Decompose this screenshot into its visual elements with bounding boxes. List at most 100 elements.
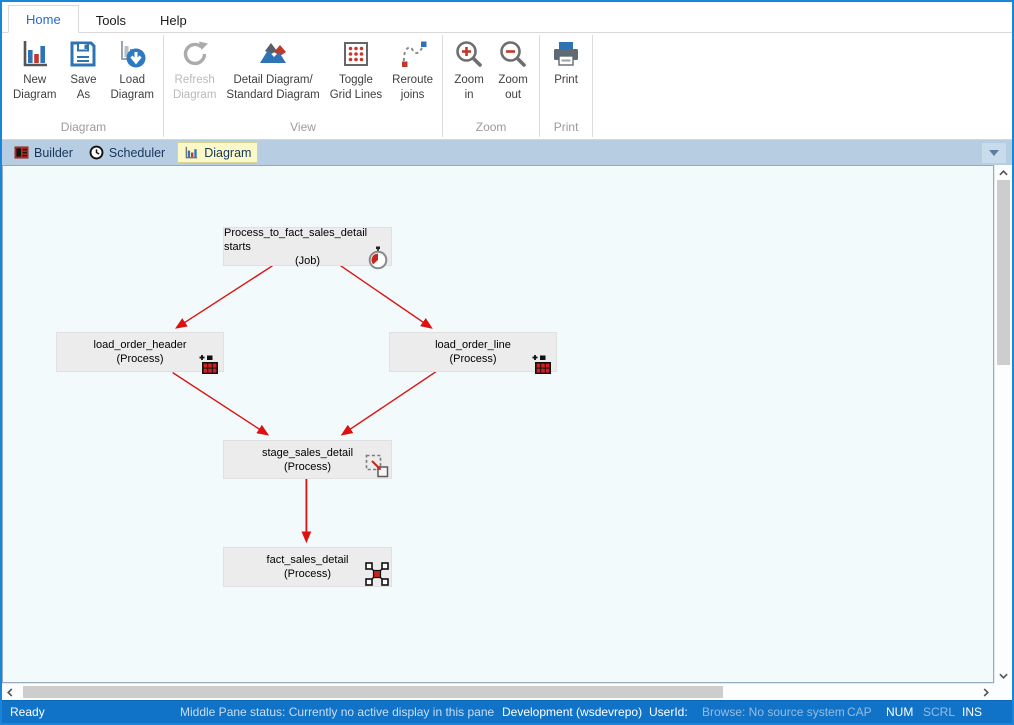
status-ins-indicator: INS — [962, 705, 983, 719]
load-diagram-icon — [121, 41, 146, 68]
document-tab-bar: Builder Scheduler Diagram — [2, 139, 1012, 165]
status-userid-label: UserId: — [649, 705, 688, 719]
node-type: (Job) — [294, 254, 321, 267]
node-type: (Process) — [116, 353, 164, 365]
diagram-node-load-order-header[interactable]: load_order_header (Process) — [56, 332, 224, 374]
new-diagram-button[interactable]: New Diagram — [8, 34, 61, 102]
status-num-indicator: NUM — [886, 705, 914, 719]
chevron-up-icon — [999, 169, 1008, 175]
stage-table-icon — [365, 454, 389, 478]
load-diagram-button[interactable]: Load Diagram — [105, 34, 158, 102]
ribbon-separator — [592, 35, 594, 137]
chevron-down-icon — [999, 673, 1008, 679]
floppy-disk-icon — [70, 41, 96, 67]
ribbon-group-print: Print Print — [541, 33, 591, 139]
refresh-icon — [183, 41, 208, 66]
load-table-icon — [199, 355, 218, 374]
chevron-left-icon — [7, 687, 13, 697]
load-table-icon — [532, 355, 551, 374]
group-label-print: Print — [553, 120, 579, 134]
diagram-node-job[interactable]: Process_to_fact_sales_detail starts (Job… — [223, 226, 392, 270]
horizontal-scrollbar-thumb[interactable] — [23, 686, 723, 698]
zoom-in-icon — [456, 41, 482, 67]
zoom-out-button[interactable]: Zoom out — [491, 34, 535, 102]
grid-dots-icon — [343, 42, 368, 66]
ribbon-tab-tools[interactable]: Tools — [79, 7, 143, 33]
detail-standard-diagram-button[interactable]: Detail Diagram/ Standard Diagram — [221, 34, 324, 102]
scroll-down-button[interactable] — [995, 668, 1012, 683]
scroll-up-button[interactable] — [995, 165, 1012, 180]
reroute-joins-button[interactable]: Reroute joins — [387, 34, 438, 102]
ribbon-tab-bar: Home Tools Help — [2, 2, 1012, 33]
scroll-left-button[interactable] — [2, 684, 18, 700]
vertical-scrollbar[interactable] — [994, 165, 1012, 683]
ribbon-separator — [162, 35, 164, 137]
status-browse: Browse: No source system — [702, 705, 845, 719]
group-label-view: View — [290, 120, 316, 134]
builder-icon — [14, 146, 29, 159]
tab-scheduler[interactable]: Scheduler — [85, 143, 169, 162]
app-window: Home Tools Help New Diagram Save As Load… — [0, 0, 1014, 725]
scheduler-clock-icon — [89, 145, 104, 160]
diagram-node-stage-sales-detail[interactable]: stage_sales_detail (Process) — [223, 440, 392, 479]
toggle-grid-lines-button[interactable]: Toggle Grid Lines — [325, 34, 387, 102]
ribbon-group-zoom: Zoom in Zoom out Zoom — [444, 33, 538, 139]
button-label: Save As — [70, 74, 97, 101]
bar-chart-icon — [23, 41, 47, 67]
vertical-scrollbar-thumb[interactable] — [997, 180, 1010, 365]
ribbon-group-diagram: New Diagram Save As Load Diagram Diagram — [5, 33, 162, 139]
button-label: Refresh Diagram — [172, 74, 217, 101]
node-name: fact_sales_detail — [266, 554, 349, 566]
group-label-zoom: Zoom — [475, 120, 507, 134]
zoom-out-icon — [500, 41, 526, 67]
tab-builder[interactable]: Builder — [10, 143, 77, 162]
print-button[interactable]: Print — [544, 34, 588, 88]
scrollbar-corner — [994, 683, 1012, 700]
group-label-diagram: Diagram — [60, 120, 107, 134]
node-type: (Process) — [283, 460, 332, 473]
status-repository: Development (wsdevrepo) — [502, 705, 643, 719]
ribbon-group-view: Refresh Diagram Detail Diagram/ Standard… — [165, 33, 441, 139]
diagram-bar-chart-icon — [185, 146, 198, 159]
button-label: Zoom in — [454, 74, 484, 101]
printer-icon — [554, 42, 579, 66]
diagram-node-fact-sales-detail[interactable]: fact_sales_detail (Process) — [223, 547, 392, 587]
status-scrl-indicator: SCRL — [923, 705, 956, 719]
scroll-right-button[interactable] — [978, 684, 994, 700]
ribbon-separator — [442, 35, 444, 137]
node-type: (Process) — [283, 568, 332, 580]
button-label: Load Diagram — [110, 74, 154, 101]
ribbon-toolbar: New Diagram Save As Load Diagram Diagram… — [2, 33, 1012, 139]
tab-label: Builder — [34, 145, 73, 160]
refresh-diagram-button[interactable]: Refresh Diagram — [168, 34, 221, 102]
diagram-canvas[interactable]: Process_to_fact_sales_detail starts (Job… — [2, 165, 994, 683]
node-name: Process_to_fact_sales_detail starts — [224, 226, 368, 253]
button-label: Zoom out — [498, 74, 528, 101]
zoom-in-button[interactable]: Zoom in — [447, 34, 491, 102]
main-pane: Process_to_fact_sales_detail starts (Job… — [2, 165, 1012, 700]
node-type: (Process) — [449, 353, 497, 365]
node-name: load_order_header — [93, 339, 187, 351]
tab-list-dropdown-button[interactable] — [982, 143, 1006, 163]
ribbon-tab-help[interactable]: Help — [143, 7, 204, 33]
ribbon-tab-home[interactable]: Home — [8, 5, 79, 33]
button-label: Reroute joins — [392, 74, 434, 101]
status-bar: Ready Middle Pane status: Currently no a… — [2, 700, 1012, 723]
tab-label: Scheduler — [108, 145, 166, 160]
reroute-joins-icon — [401, 41, 427, 67]
horizontal-scrollbar[interactable] — [2, 683, 994, 700]
tab-label: Diagram — [204, 145, 252, 160]
stopwatch-icon — [368, 246, 388, 270]
diagram-node-load-order-line[interactable]: load_order_line (Process) — [389, 332, 557, 374]
button-label: Detail Diagram/ Standard Diagram — [226, 74, 320, 101]
ribbon-separator — [539, 35, 541, 137]
node-name: stage_sales_detail — [261, 446, 354, 459]
chevron-down-icon — [989, 150, 999, 156]
fact-table-icon — [365, 562, 389, 586]
mountains-icon — [260, 43, 287, 63]
button-label: Toggle Grid Lines — [329, 74, 383, 101]
status-cap-indicator: CAP — [847, 705, 872, 719]
button-label: Print — [554, 74, 578, 86]
tab-diagram[interactable]: Diagram — [177, 142, 259, 163]
save-as-button[interactable]: Save As — [61, 34, 105, 102]
